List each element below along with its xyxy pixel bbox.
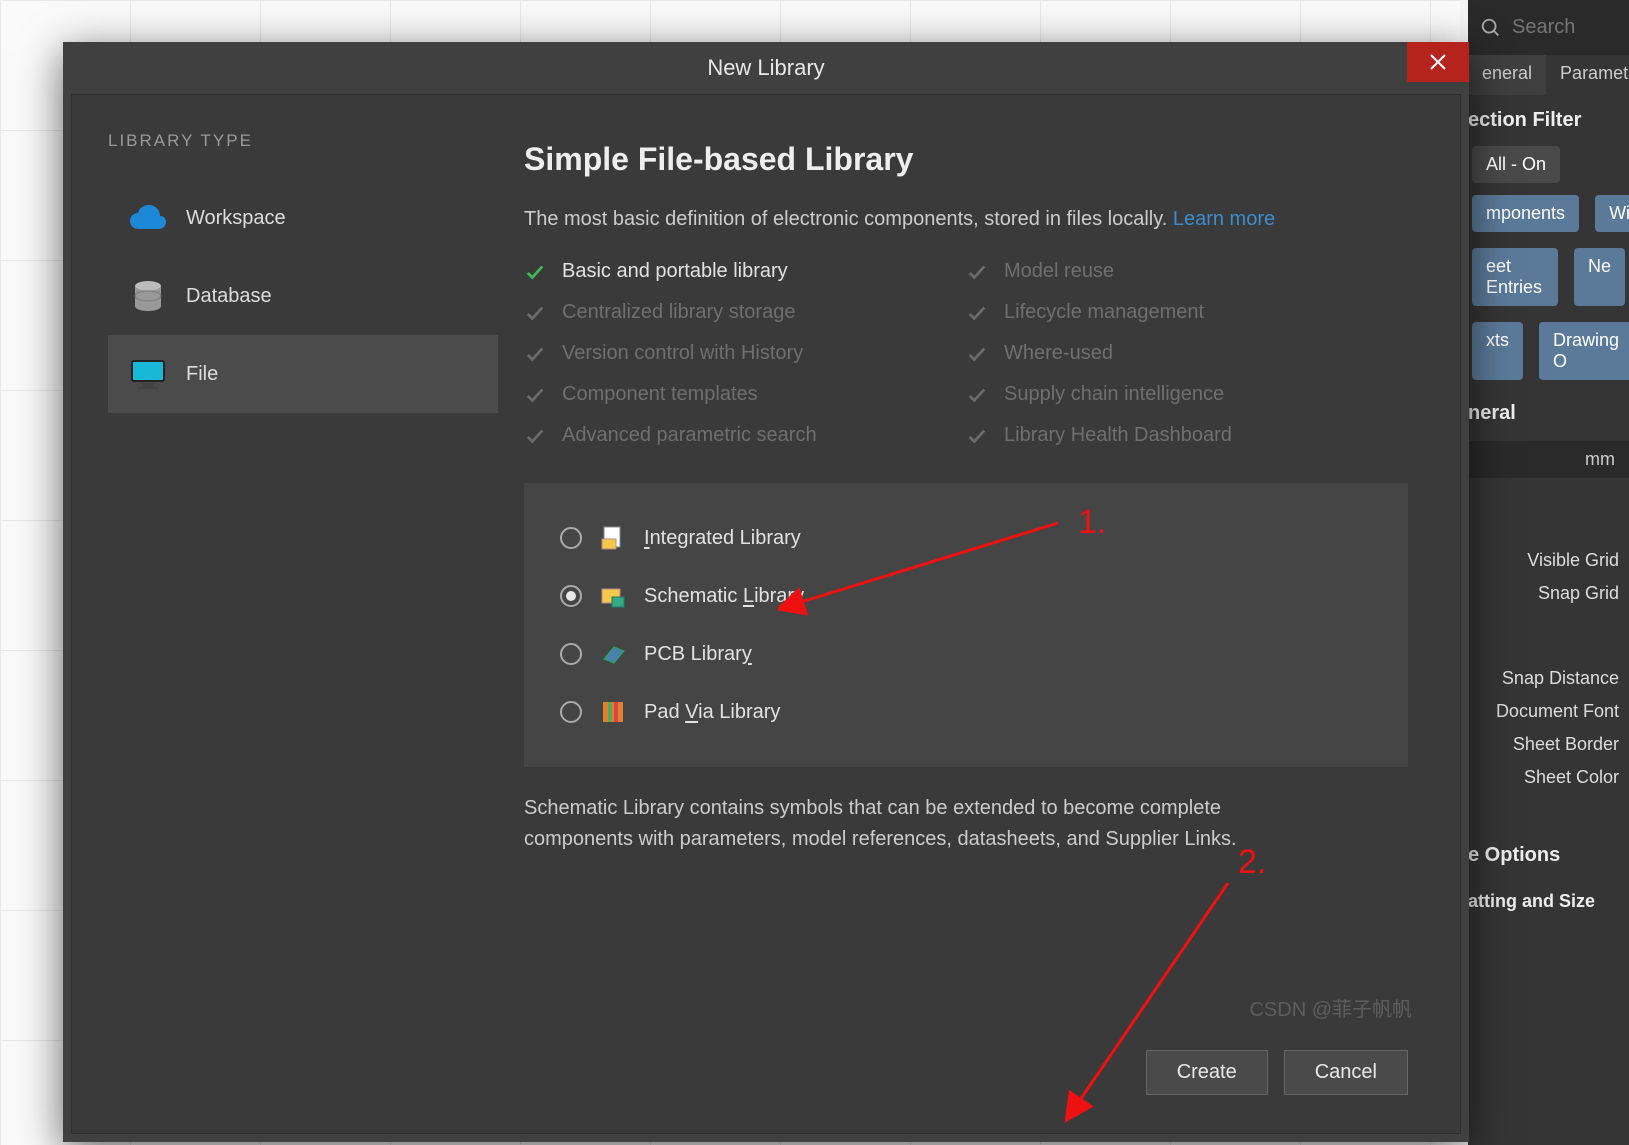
units-value[interactable]: mm (1468, 441, 1629, 478)
feature-label: Advanced parametric search (562, 424, 817, 447)
feature-label: Basic and portable library (562, 260, 788, 283)
check-icon (524, 261, 546, 283)
feature-item: Model reuse (966, 260, 1408, 283)
feature-item: Version control with History (524, 342, 966, 365)
new-library-dialog: New Library LIBRARY TYPE Workspace Datab… (63, 42, 1469, 1142)
feature-item: Where-used (966, 342, 1408, 365)
close-button[interactable] (1407, 42, 1469, 82)
properties-panel: eneral Paramete ection Filter All - On m… (1468, 0, 1629, 1145)
radio-button[interactable] (560, 527, 582, 549)
feature-label: Where-used (1004, 342, 1113, 365)
pcb-library-icon (600, 641, 626, 667)
library-type-workspace[interactable]: Workspace (108, 179, 498, 257)
schematic-library-icon (600, 583, 626, 609)
subtype-pcb-library[interactable]: PCB Library (560, 625, 1372, 683)
prop-label: Snap Distance (1468, 668, 1629, 689)
feature-item: Library Health Dashboard (966, 424, 1408, 447)
create-button[interactable]: Create (1146, 1050, 1268, 1095)
feature-label: Component templates (562, 383, 758, 406)
feature-item: Centralized library storage (524, 301, 966, 324)
filter-pill[interactable]: Ne (1574, 248, 1625, 306)
subtype-label: Schematic Library (644, 585, 804, 608)
search-bar[interactable] (1468, 0, 1629, 55)
check-icon (524, 302, 546, 324)
sidebar-title: LIBRARY TYPE (108, 131, 498, 151)
learn-more-link[interactable]: Learn more (1173, 208, 1275, 230)
formatting-heading: atting and Size (1468, 877, 1629, 922)
integrated-library-icon (600, 525, 626, 551)
feature-label: Model reuse (1004, 260, 1114, 283)
library-type-label: Workspace (186, 207, 286, 230)
check-icon (524, 384, 546, 406)
filter-pill[interactable]: eet Entries (1472, 248, 1558, 306)
check-icon (966, 384, 988, 406)
radio-button[interactable] (560, 643, 582, 665)
general-heading: neral (1468, 388, 1629, 435)
check-icon (524, 425, 546, 447)
description-text: The most basic definition of electronic … (524, 208, 1173, 230)
close-icon (1429, 53, 1447, 71)
check-icon (966, 343, 988, 365)
feature-grid: Basic and portable library Model reuse C… (524, 260, 1408, 447)
filter-all-on[interactable]: All - On (1472, 146, 1560, 183)
library-type-file[interactable]: File (108, 335, 498, 413)
library-type-database[interactable]: Database (108, 257, 498, 335)
subtype-schematic-library[interactable]: Schematic Library (560, 567, 1372, 625)
prop-label: Document Font (1468, 701, 1629, 722)
feature-item: Lifecycle management (966, 301, 1408, 324)
content-heading: Simple File-based Library (524, 141, 1408, 178)
tab-general[interactable]: eneral (1468, 55, 1546, 95)
search-input[interactable] (1512, 16, 1629, 39)
subtype-pad-via-library[interactable]: Pad Via Library (560, 683, 1372, 741)
library-type-label: File (186, 363, 218, 386)
filter-pill[interactable]: Wi (1595, 195, 1629, 232)
feature-label: Lifecycle management (1004, 301, 1204, 324)
feature-item: Basic and portable library (524, 260, 966, 283)
section-filter-heading: ection Filter (1468, 95, 1629, 142)
feature-item: Component templates (524, 383, 966, 406)
tab-parameters[interactable]: Paramete (1546, 55, 1629, 95)
subtype-label: Pad Via Library (644, 701, 780, 724)
radio-button[interactable] (560, 701, 582, 723)
search-icon (1480, 17, 1502, 39)
library-type-sidebar: LIBRARY TYPE Workspace Database File (90, 113, 498, 1115)
prop-label: Sheet Border (1468, 734, 1629, 755)
properties-tabs: eneral Paramete (1468, 55, 1629, 95)
check-icon (524, 343, 546, 365)
subtype-description: Schematic Library contains symbols that … (524, 793, 1324, 855)
content-description: The most basic definition of electronic … (524, 204, 1408, 234)
cloud-icon (130, 202, 166, 234)
library-subtype-box: Integrated Library Schematic Library PCB… (524, 483, 1408, 767)
database-icon (130, 280, 166, 312)
library-type-label: Database (186, 285, 272, 308)
check-icon (966, 425, 988, 447)
dialog-title: New Library (707, 55, 824, 81)
dialog-content: Simple File-based Library The most basic… (498, 113, 1442, 1115)
feature-label: Centralized library storage (562, 301, 795, 324)
check-icon (966, 302, 988, 324)
feature-item: Supply chain intelligence (966, 383, 1408, 406)
dialog-titlebar: New Library (63, 42, 1469, 94)
cancel-button[interactable]: Cancel (1284, 1050, 1408, 1095)
subtype-label: PCB Library (644, 643, 752, 666)
pad-via-library-icon (600, 699, 626, 725)
filter-pill[interactable]: Drawing O (1539, 322, 1629, 380)
monitor-icon (130, 358, 166, 390)
subtype-label: Integrated Library (644, 527, 801, 550)
feature-label: Library Health Dashboard (1004, 424, 1232, 447)
check-icon (966, 261, 988, 283)
feature-label: Supply chain intelligence (1004, 383, 1224, 406)
subtype-integrated-library[interactable]: Integrated Library (560, 509, 1372, 567)
prop-label: Visible Grid (1468, 550, 1629, 571)
feature-item: Advanced parametric search (524, 424, 966, 447)
radio-button[interactable] (560, 585, 582, 607)
options-heading: e Options (1468, 830, 1629, 877)
filter-pill[interactable]: mponents (1472, 195, 1579, 232)
filter-pill[interactable]: xts (1472, 322, 1523, 380)
feature-label: Version control with History (562, 342, 803, 365)
prop-label: Sheet Color (1468, 767, 1629, 788)
prop-label: Snap Grid (1468, 583, 1629, 604)
dialog-button-row: Create Cancel (524, 1010, 1408, 1095)
